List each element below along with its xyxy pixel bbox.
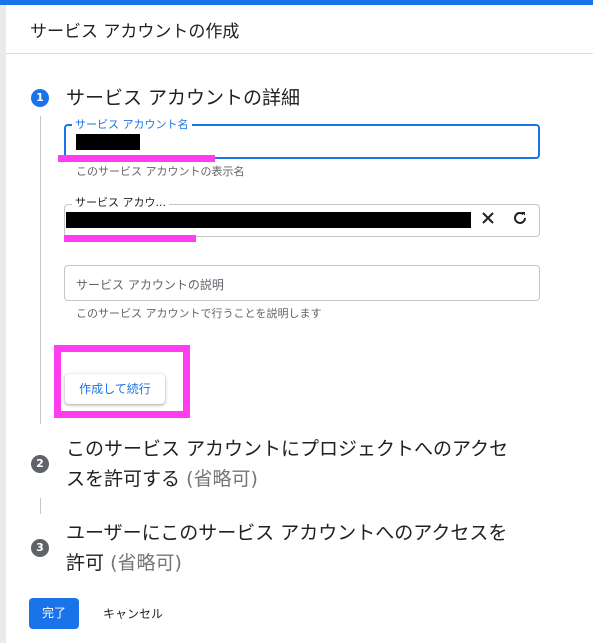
- clear-icon[interactable]: [478, 210, 498, 230]
- annotation-underline: [58, 155, 215, 162]
- done-button[interactable]: 完了: [29, 598, 79, 629]
- page-header: サービス アカウントの作成: [6, 5, 593, 54]
- step-1-number: 1: [31, 89, 49, 107]
- description-field[interactable]: サービス アカウントの説明: [64, 265, 540, 301]
- refresh-icon[interactable]: [510, 210, 530, 230]
- description-placeholder: サービス アカウントの説明: [76, 278, 224, 292]
- step-3-title-line1: ユーザーにこのサービス アカウントへのアクセスを: [66, 522, 508, 544]
- page-title: サービス アカウントの作成: [30, 22, 240, 42]
- step-3-title[interactable]: ユーザーにこのサービス アカウントへのアクセスを 許可 (省略可): [66, 518, 507, 578]
- create-continue-button[interactable]: 作成して続行: [65, 374, 165, 404]
- step-2-title[interactable]: このサービス アカウントにプロジェクトへのアクセ スを許可する (省略可): [66, 434, 508, 494]
- cancel-button[interactable]: キャンセル: [103, 605, 163, 622]
- account-name-label: サービス アカウント名: [72, 116, 192, 132]
- account-id-value-redacted: [66, 212, 471, 228]
- account-name-hint: このサービス アカウントの表示名: [76, 165, 245, 178]
- step-2-title-line1: このサービス アカウントにプロジェクトへのアクセ: [66, 438, 509, 460]
- step-3-optional: (省略可): [110, 552, 182, 574]
- account-id-label: サービス アカウ...: [72, 194, 169, 210]
- step-3-number: 3: [31, 539, 49, 557]
- annotation-underline: [64, 235, 196, 242]
- step-2-number: 2: [31, 455, 49, 473]
- step-2-optional: (省略可): [186, 468, 258, 490]
- step-1-title[interactable]: サービス アカウントの詳細: [66, 83, 300, 113]
- step-2-connector: [40, 498, 41, 514]
- description-hint: このサービス アカウントで行うことを説明します: [76, 307, 322, 320]
- account-name-value-redacted: [76, 134, 140, 150]
- step-2-title-line2: スを許可する (省略可): [66, 468, 258, 490]
- step-3-title-line2: 許可 (省略可): [66, 552, 182, 574]
- step-1-connector: [40, 116, 41, 424]
- left-panel-edge: [0, 5, 6, 643]
